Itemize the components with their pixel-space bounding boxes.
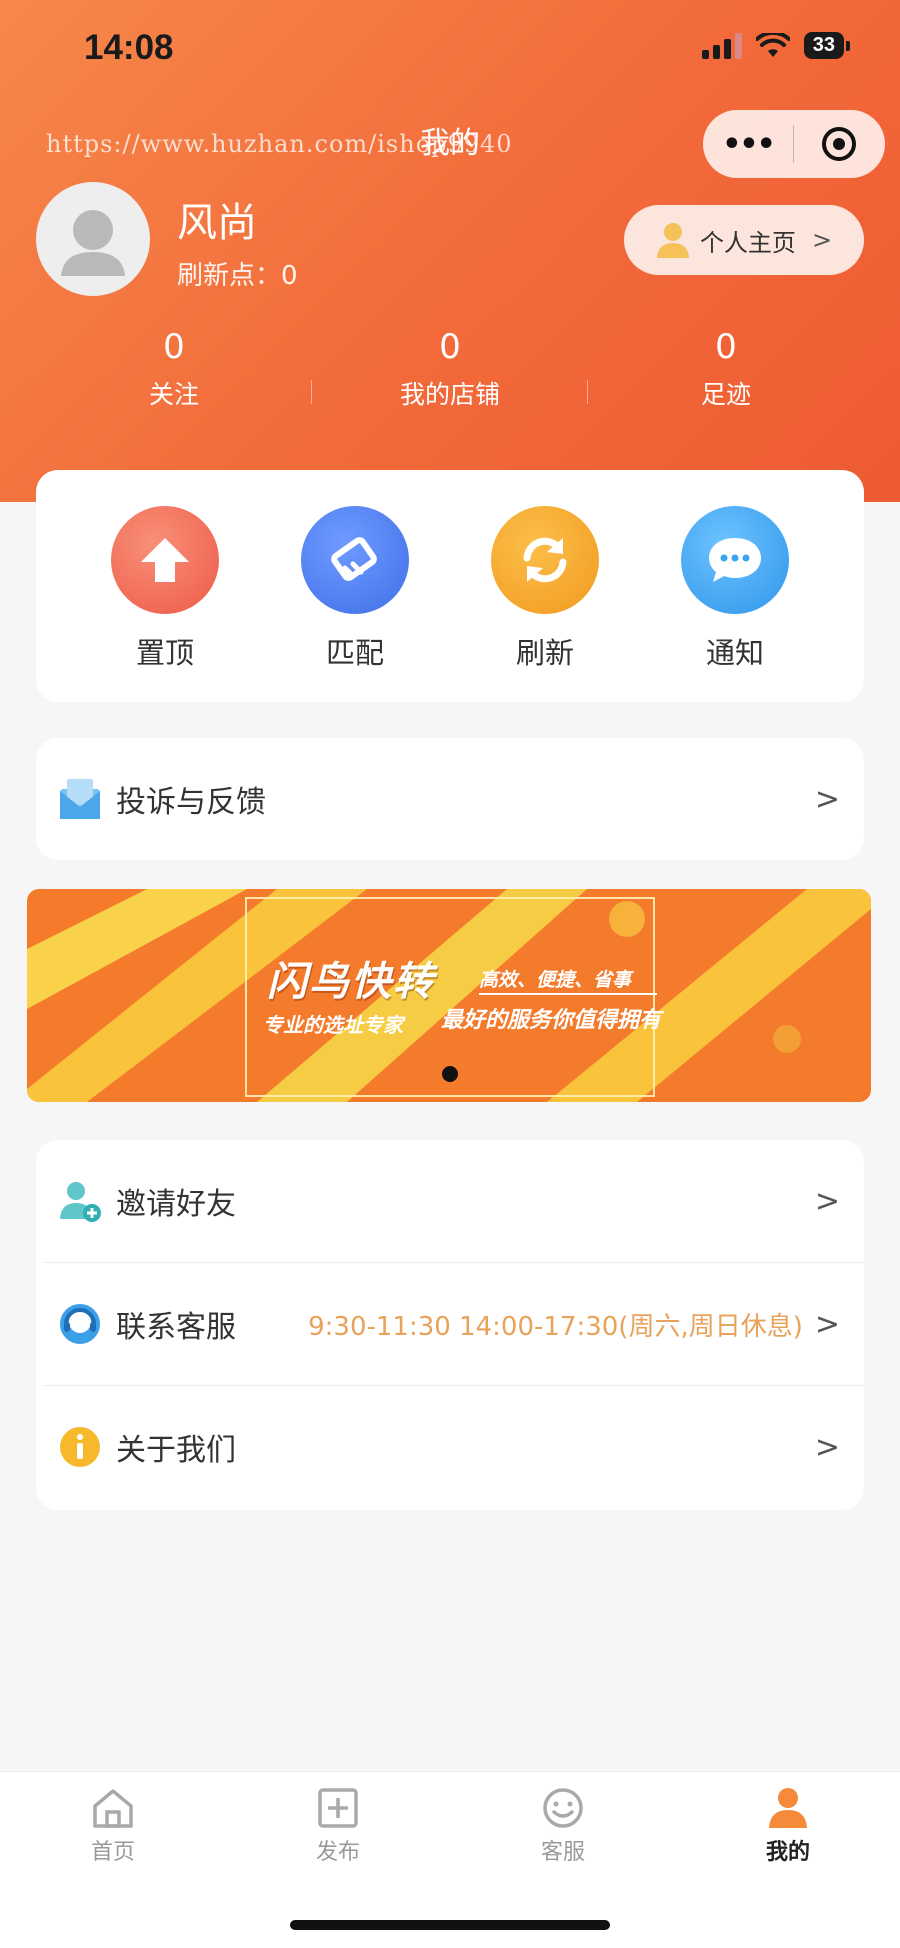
personal-homepage-button[interactable]: 个人主页 > bbox=[624, 205, 864, 275]
stat-label: 足迹 bbox=[700, 380, 751, 409]
arrow-up-icon bbox=[111, 506, 219, 614]
refresh-icon bbox=[491, 506, 599, 614]
banner-tagline: 高效、便捷、省事 bbox=[479, 969, 632, 991]
tab-service[interactable]: 客服 bbox=[450, 1786, 676, 1866]
menu-item-label: 邀请好友 bbox=[116, 1187, 236, 1222]
stat-value: 0 bbox=[715, 327, 737, 367]
stat-value: 0 bbox=[439, 327, 461, 367]
quick-action-refresh[interactable]: 刷新 bbox=[450, 470, 640, 702]
tab-publish[interactable]: 发布 bbox=[225, 1786, 451, 1866]
quick-action-pin-top[interactable]: 置顶 bbox=[70, 470, 260, 702]
menu-item-invite[interactable]: 邀请好友 > bbox=[36, 1140, 864, 1262]
feedback-label: 投诉与反馈 bbox=[116, 785, 266, 820]
service-hours: 9:30-11:30 14:00-17:30(周六,周日休息) bbox=[308, 1311, 803, 1342]
quick-action-label: 通知 bbox=[705, 636, 764, 670]
menu-card: 邀请好友 > 联系客服 9:30-11:30 14:00-17:30(周六,周日… bbox=[36, 1140, 864, 1510]
customer-service-icon bbox=[58, 1302, 102, 1346]
banner-underline bbox=[479, 993, 657, 995]
battery-icon: 33 bbox=[803, 32, 851, 59]
feedback-card: 投诉与反馈 > bbox=[36, 738, 864, 860]
quick-action-label: 匹配 bbox=[325, 636, 384, 670]
person-icon bbox=[656, 223, 689, 258]
menu-item-contact-service[interactable]: 联系客服 9:30-11:30 14:00-17:30(周六,周日休息) > bbox=[36, 1263, 864, 1385]
stat-divider bbox=[587, 380, 588, 404]
service-icon bbox=[543, 1788, 583, 1828]
info-icon bbox=[58, 1425, 102, 1469]
status-time: 14:08 bbox=[84, 28, 174, 67]
chevron-right-icon: > bbox=[814, 1306, 840, 1342]
stat-value: 0 bbox=[163, 327, 185, 367]
target-icon bbox=[822, 127, 856, 161]
publish-icon bbox=[318, 1788, 358, 1828]
chevron-right-icon: > bbox=[811, 226, 833, 254]
handshake-icon bbox=[301, 506, 409, 614]
stat-label: 关注 bbox=[148, 380, 199, 409]
tab-label: 发布 bbox=[315, 1840, 360, 1865]
menu-item-about[interactable]: 关于我们 > bbox=[36, 1386, 864, 1508]
tab-label: 我的 bbox=[765, 1840, 810, 1865]
chevron-right-icon: > bbox=[814, 1183, 840, 1219]
status-icons: 33 bbox=[701, 32, 851, 59]
more-menu-button[interactable]: ••• bbox=[703, 127, 793, 162]
personal-homepage-label: 个人主页 bbox=[699, 228, 796, 257]
promo-banner[interactable]: 闪鸟快转 高效、便捷、省事 专业的选址专家 最好的服务你值得拥有 bbox=[27, 889, 871, 1102]
profile-icon bbox=[769, 1788, 807, 1828]
tab-label: 客服 bbox=[540, 1840, 585, 1865]
stat-label: 我的店铺 bbox=[399, 380, 500, 409]
home-icon bbox=[93, 1789, 133, 1828]
signal-icon bbox=[701, 32, 742, 59]
banner-subtitle-right: 最好的服务你值得拥有 bbox=[441, 1008, 662, 1033]
menu-item-label: 联系客服 bbox=[116, 1310, 236, 1345]
avatar[interactable] bbox=[36, 182, 150, 296]
close-miniprogram-button[interactable] bbox=[794, 127, 884, 161]
refresh-points: 刷新点：0 bbox=[177, 261, 298, 291]
chat-bubble-icon bbox=[681, 506, 789, 614]
wifi-icon bbox=[755, 32, 790, 57]
banner-subtitle-left: 专业的选址专家 bbox=[263, 1013, 403, 1037]
feedback-row[interactable]: 投诉与反馈 > bbox=[36, 738, 864, 860]
menu-item-label: 关于我们 bbox=[116, 1433, 236, 1468]
tab-label: 首页 bbox=[90, 1840, 135, 1865]
quick-action-label: 刷新 bbox=[515, 636, 574, 670]
stat-my-shop[interactable]: 0 我的店铺 bbox=[312, 325, 588, 411]
carousel-indicator[interactable] bbox=[442, 1066, 458, 1082]
chevron-right-icon: > bbox=[814, 781, 840, 817]
miniprogram-capsule: ••• bbox=[703, 110, 885, 178]
banner-title: 闪鸟快转 bbox=[267, 959, 435, 1005]
quick-actions-card: 置顶 匹配 刷新 通知 bbox=[36, 470, 864, 702]
quick-action-notify[interactable]: 通知 bbox=[640, 470, 830, 702]
home-indicator bbox=[290, 1920, 610, 1930]
stats-row: 0 关注 0 我的店铺 0 足迹 bbox=[0, 325, 900, 411]
default-avatar-icon bbox=[61, 210, 125, 276]
chevron-right-icon: > bbox=[814, 1429, 840, 1465]
tab-home[interactable]: 首页 bbox=[0, 1786, 226, 1866]
invite-friend-icon bbox=[58, 1179, 102, 1223]
mail-icon bbox=[58, 777, 102, 821]
stat-divider bbox=[311, 380, 312, 404]
tab-mine[interactable]: 我的 bbox=[675, 1786, 900, 1866]
quick-action-match[interactable]: 匹配 bbox=[260, 470, 450, 702]
stat-follow[interactable]: 0 关注 bbox=[36, 325, 312, 411]
quick-action-label: 置顶 bbox=[135, 636, 194, 670]
user-name: 风尚 bbox=[177, 200, 257, 246]
stat-footprint[interactable]: 0 足迹 bbox=[588, 325, 864, 411]
